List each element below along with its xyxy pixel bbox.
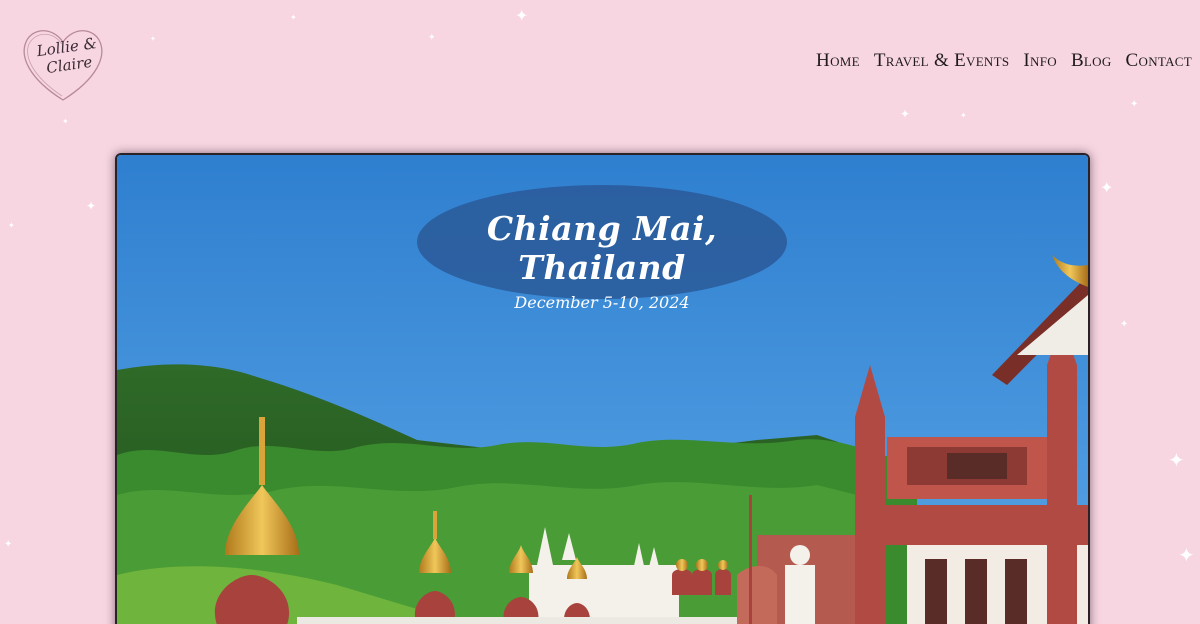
sparkle-icon: ✦ (290, 13, 297, 22)
sparkle-icon: ✦ (900, 107, 911, 121)
sparkle-icon: ✦ (960, 111, 967, 120)
sparkle-icon: ✦ (62, 117, 69, 126)
main-nav: Home Travel & Events Info Blog Contact (816, 50, 1192, 72)
sparkle-icon: ✦ (515, 6, 529, 25)
hero-dates: December 5-10, 2024 (514, 293, 690, 312)
hero-banner: Chiang Mai, Thailand December 5-10, 2024 (115, 153, 1090, 624)
nav-travel-events[interactable]: Travel & Events (874, 50, 1010, 72)
nav-blog[interactable]: Blog (1071, 50, 1112, 72)
sparkle-icon: ✦ (4, 539, 13, 550)
sparkle-icon: ✦ (1178, 543, 1195, 567)
sparkle-icon: ✦ (1100, 178, 1114, 197)
site-logo[interactable]: Lollie & Claire (18, 22, 108, 104)
sparkle-icon: ✦ (428, 33, 436, 43)
sparkle-icon: ✦ (1130, 99, 1139, 110)
nav-home[interactable]: Home (816, 50, 860, 72)
hero-title-oval: Chiang Mai, Thailand December 5-10, 2024 (417, 185, 787, 312)
sparkle-icon: ✦ (150, 35, 156, 43)
sparkle-icon: ✦ (8, 221, 15, 230)
nav-info[interactable]: Info (1023, 50, 1057, 72)
hero-title: Chiang Mai, Thailand (486, 209, 718, 287)
nav-contact[interactable]: Contact (1126, 50, 1192, 72)
sparkle-icon: ✦ (1168, 448, 1185, 472)
sparkle-icon: ✦ (1120, 319, 1129, 330)
sparkle-icon: ✦ (86, 199, 97, 213)
